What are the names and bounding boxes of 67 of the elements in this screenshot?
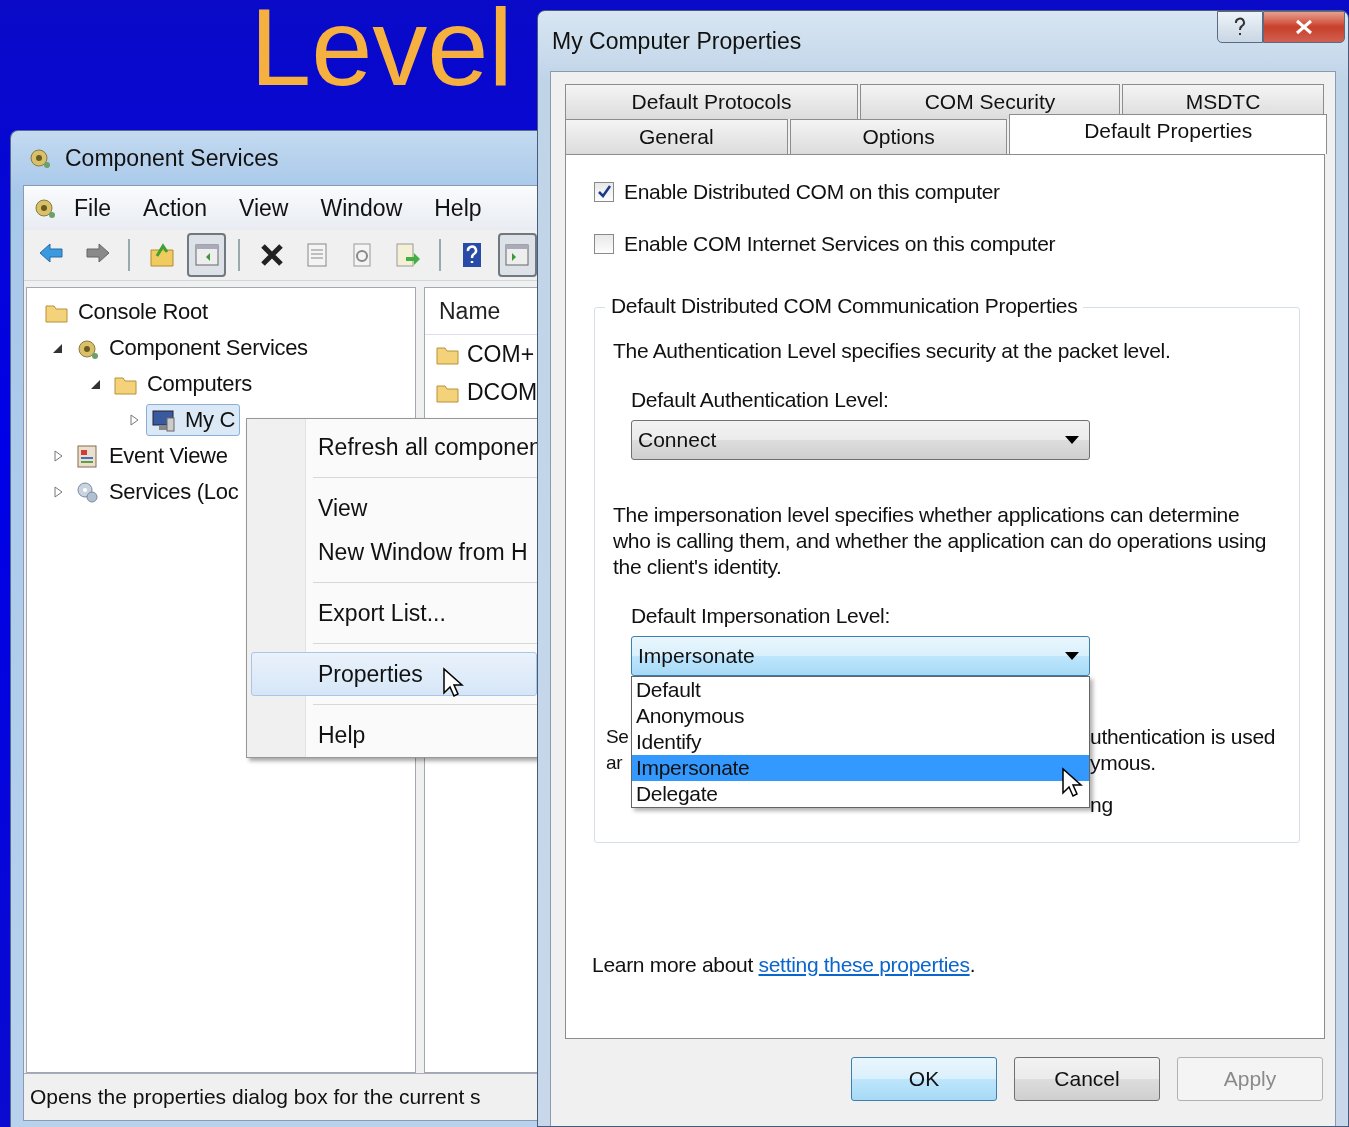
event-log-icon	[75, 444, 99, 468]
expanded-triangle-icon	[52, 342, 64, 354]
dialog-button[interactable]: OK	[851, 1057, 997, 1101]
menu-item[interactable]: Action	[127, 194, 223, 222]
tab[interactable]: COM Security	[860, 84, 1120, 119]
tab[interactable]: Default Protocols	[565, 84, 858, 119]
tab[interactable]: Default Properties	[1009, 114, 1327, 154]
field-label: Default Impersonation Level:	[631, 604, 891, 628]
dropdown[interactable]: Connect	[631, 420, 1090, 460]
dropdown-option[interactable]: Default	[632, 677, 1089, 703]
help-text: Learn more about setting these properties.	[592, 953, 977, 977]
list-item[interactable]: COM+	[425, 335, 537, 373]
column-header[interactable]: Name	[439, 297, 501, 325]
tree-item[interactable]: My C	[146, 404, 241, 436]
dropdown-option[interactable]: Delegate	[632, 781, 1089, 807]
dropdown-option[interactable]: Identify	[632, 729, 1089, 755]
text-fragment: Se	[606, 725, 629, 749]
field-label: Default Authentication Level:	[631, 388, 890, 412]
collapsed-triangle-icon	[52, 486, 64, 498]
menu-item[interactable]: Help	[251, 713, 537, 757]
window-title: Component Services	[65, 144, 279, 172]
tree-item[interactable]: Computers	[108, 368, 257, 400]
tree-item[interactable]: Console Root	[39, 296, 213, 328]
tree-item[interactable]: Event Viewe	[70, 440, 233, 472]
collapsed-triangle-icon	[128, 414, 140, 426]
dropdown-arrow-icon	[1065, 436, 1079, 444]
gears-icon	[75, 480, 99, 504]
tree-item[interactable]: Services (Loc	[70, 476, 244, 508]
window-title: My Computer Properties	[552, 27, 802, 55]
tab[interactable]: General	[565, 119, 788, 154]
help-button[interactable]	[1217, 11, 1263, 43]
list-item[interactable]: DCOM	[425, 373, 537, 411]
checkbox-label[interactable]: Enable Distributed COM on this computer	[624, 180, 1000, 204]
menu-item[interactable]: Refresh all componen	[251, 425, 537, 469]
menu-item[interactable]: View	[223, 194, 305, 222]
dropdown-option[interactable]: Impersonate	[632, 755, 1089, 781]
menu-item[interactable]: New Window from H	[251, 530, 537, 574]
expanded-triangle-icon	[90, 378, 102, 390]
dropdown-arrow-icon	[1065, 652, 1079, 660]
menu-item[interactable]: Export List...	[251, 591, 537, 635]
help-icon	[1232, 17, 1248, 37]
help-link[interactable]: setting these properties	[758, 953, 970, 976]
tab[interactable]: Options	[789, 119, 1008, 154]
menu-item[interactable]: View	[251, 486, 537, 530]
description-text: The impersonation level specifies whether applications can determine who is calling them, and whether the application can do operations using the client's identity.	[613, 502, 1268, 580]
text-fragment: ng	[1090, 792, 1114, 818]
dropdown[interactable]: Impersonate	[631, 636, 1090, 676]
menu-item[interactable]: File	[58, 194, 128, 222]
close-icon	[1294, 19, 1314, 35]
close-button[interactable]	[1263, 11, 1345, 43]
check-icon	[596, 184, 612, 200]
text-fragment: ar	[606, 751, 623, 775]
checkbox-label[interactable]: Enable COM Internet Services on this computer	[624, 232, 1056, 256]
computer-icon	[151, 408, 175, 432]
menu-item[interactable]: Help	[418, 194, 498, 222]
text-fragment: ymous.	[1090, 750, 1157, 776]
dropdown-option[interactable]: Anonymous	[632, 703, 1089, 729]
menu-item[interactable]: Window	[304, 194, 419, 222]
slide-title: Level	[250, 0, 513, 94]
dialog-button[interactable]: Cancel	[1014, 1057, 1160, 1101]
menu-item[interactable]: Properties	[251, 652, 537, 696]
collapsed-triangle-icon	[52, 450, 64, 462]
checkbox[interactable]	[594, 234, 614, 254]
text-fragment: uthentication is used	[1090, 724, 1277, 750]
tree-item[interactable]: Component Services	[70, 332, 313, 364]
checkbox[interactable]	[594, 182, 614, 202]
description-text: The Authentication Level specifies security at the packet level.	[613, 338, 1172, 364]
